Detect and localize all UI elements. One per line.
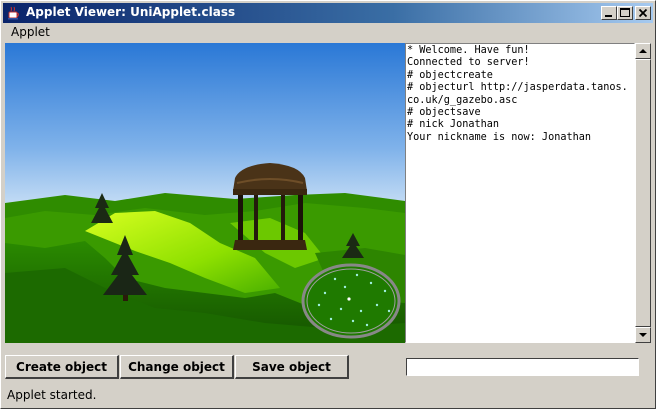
maximize-button[interactable] (617, 6, 633, 20)
applet-viewer-window: Applet Viewer: UniApplet.class Applet * … (0, 0, 656, 409)
menu-bar: Applet (3, 23, 653, 41)
chat-input[interactable] (406, 358, 639, 376)
chat-line: # objectsave (407, 107, 481, 119)
minimap-player-dot (347, 297, 351, 301)
chat-line: # objectcreate (407, 69, 493, 81)
minimize-button[interactable] (601, 6, 617, 20)
window-title: Applet Viewer: UniApplet.class (26, 5, 236, 19)
create-object-button[interactable]: Create object (5, 355, 119, 379)
chat-line: Your nickname is now: Jonathan (407, 131, 592, 143)
status-text: Applet started. (7, 388, 97, 402)
scroll-thumb[interactable] (635, 59, 651, 327)
arrow-up-icon (639, 49, 647, 53)
close-button[interactable] (635, 6, 651, 20)
world-viewport[interactable] (5, 43, 405, 343)
title-bar[interactable]: Applet Viewer: UniApplet.class (3, 3, 653, 23)
change-object-button[interactable]: Change object (120, 355, 234, 379)
save-object-button[interactable]: Save object (235, 355, 349, 379)
maximize-icon (620, 8, 630, 17)
scroll-up-button[interactable] (635, 43, 651, 59)
java-cup-icon (6, 5, 22, 21)
close-icon (638, 8, 648, 18)
arrow-down-icon (639, 333, 647, 337)
chat-log[interactable]: * Welcome. Have fun! Connected to server… (405, 43, 635, 343)
chat-line: * Welcome. Have fun! (407, 45, 530, 56)
chat-line: # nick Jonathan (407, 119, 500, 131)
sky (5, 43, 405, 218)
minimize-icon (605, 15, 612, 17)
minimap[interactable] (301, 263, 401, 339)
chat-scrollbar[interactable] (635, 43, 651, 343)
scroll-down-button[interactable] (635, 327, 651, 343)
chat-line: Connected to server! (407, 57, 530, 69)
menu-applet[interactable]: Applet (11, 25, 50, 39)
chat-line: # objecturl http://jasperdata.tanos.co.u… (407, 82, 628, 106)
